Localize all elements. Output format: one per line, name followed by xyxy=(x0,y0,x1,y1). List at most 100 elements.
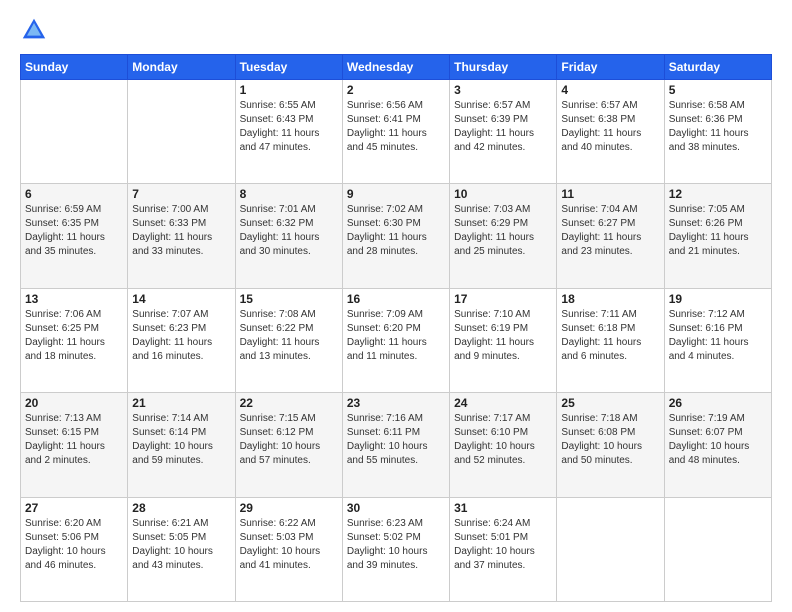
day-cell: 15 Sunrise: 7:08 AMSunset: 6:22 PMDayligh… xyxy=(235,288,342,392)
day-info: Sunrise: 6:22 AMSunset: 5:03 PMDaylight:… xyxy=(240,517,338,573)
day-number: 30 xyxy=(347,501,445,515)
day-cell: 17 Sunrise: 7:10 AMSunset: 6:19 PMDayligh… xyxy=(450,288,557,392)
col-header-sunday: Sunday xyxy=(21,55,128,80)
col-header-thursday: Thursday xyxy=(450,55,557,80)
day-cell xyxy=(21,80,128,184)
day-info: Sunrise: 7:11 AMSunset: 6:18 PMDaylight:… xyxy=(561,308,659,364)
day-cell: 27 Sunrise: 6:20 AMSunset: 5:06 PMDayligh… xyxy=(21,497,128,601)
day-cell: 13 Sunrise: 7:06 AMSunset: 6:25 PMDayligh… xyxy=(21,288,128,392)
col-header-wednesday: Wednesday xyxy=(342,55,449,80)
day-info: Sunrise: 6:59 AMSunset: 6:35 PMDaylight:… xyxy=(25,203,123,259)
day-cell: 25 Sunrise: 7:18 AMSunset: 6:08 PMDayligh… xyxy=(557,393,664,497)
col-header-tuesday: Tuesday xyxy=(235,55,342,80)
day-info: Sunrise: 7:00 AMSunset: 6:33 PMDaylight:… xyxy=(132,203,230,259)
day-info: Sunrise: 7:08 AMSunset: 6:22 PMDaylight:… xyxy=(240,308,338,364)
day-cell: 2 Sunrise: 6:56 AMSunset: 6:41 PMDaylight… xyxy=(342,80,449,184)
week-row-1: 1 Sunrise: 6:55 AMSunset: 6:43 PMDaylight… xyxy=(21,80,772,184)
day-number: 15 xyxy=(240,292,338,306)
day-info: Sunrise: 7:18 AMSunset: 6:08 PMDaylight:… xyxy=(561,412,659,468)
day-cell: 1 Sunrise: 6:55 AMSunset: 6:43 PMDaylight… xyxy=(235,80,342,184)
day-info: Sunrise: 7:13 AMSunset: 6:15 PMDaylight:… xyxy=(25,412,123,468)
day-info: Sunrise: 7:14 AMSunset: 6:14 PMDaylight:… xyxy=(132,412,230,468)
day-info: Sunrise: 6:55 AMSunset: 6:43 PMDaylight:… xyxy=(240,99,338,155)
day-cell: 5 Sunrise: 6:58 AMSunset: 6:36 PMDaylight… xyxy=(664,80,771,184)
day-info: Sunrise: 7:16 AMSunset: 6:11 PMDaylight:… xyxy=(347,412,445,468)
week-row-2: 6 Sunrise: 6:59 AMSunset: 6:35 PMDaylight… xyxy=(21,184,772,288)
day-cell: 8 Sunrise: 7:01 AMSunset: 6:32 PMDaylight… xyxy=(235,184,342,288)
day-number: 8 xyxy=(240,187,338,201)
calendar-header-row: SundayMondayTuesdayWednesdayThursdayFrid… xyxy=(21,55,772,80)
week-row-3: 13 Sunrise: 7:06 AMSunset: 6:25 PMDayligh… xyxy=(21,288,772,392)
day-number: 24 xyxy=(454,396,552,410)
day-number: 11 xyxy=(561,187,659,201)
day-number: 13 xyxy=(25,292,123,306)
day-cell xyxy=(128,80,235,184)
day-number: 31 xyxy=(454,501,552,515)
day-cell: 21 Sunrise: 7:14 AMSunset: 6:14 PMDayligh… xyxy=(128,393,235,497)
day-number: 3 xyxy=(454,83,552,97)
day-cell: 12 Sunrise: 7:05 AMSunset: 6:26 PMDayligh… xyxy=(664,184,771,288)
day-info: Sunrise: 6:57 AMSunset: 6:38 PMDaylight:… xyxy=(561,99,659,155)
day-cell: 7Sunrise: 7:00 AMSunset: 6:33 PMDaylight… xyxy=(128,184,235,288)
day-number: 18 xyxy=(561,292,659,306)
day-number: 1 xyxy=(240,83,338,97)
day-cell: 18 Sunrise: 7:11 AMSunset: 6:18 PMDayligh… xyxy=(557,288,664,392)
col-header-monday: Monday xyxy=(128,55,235,80)
day-number: 20 xyxy=(25,396,123,410)
day-cell: 31 Sunrise: 6:24 AMSunset: 5:01 PMDayligh… xyxy=(450,497,557,601)
day-number: 19 xyxy=(669,292,767,306)
col-header-friday: Friday xyxy=(557,55,664,80)
day-info: Sunrise: 6:23 AMSunset: 5:02 PMDaylight:… xyxy=(347,517,445,573)
day-cell: 22Sunrise: 7:15 AMSunset: 6:12 PMDayligh… xyxy=(235,393,342,497)
day-number: 16 xyxy=(347,292,445,306)
day-info: Sunrise: 7:01 AMSunset: 6:32 PMDaylight:… xyxy=(240,203,338,259)
day-info: Sunrise: 6:56 AMSunset: 6:41 PMDaylight:… xyxy=(347,99,445,155)
day-number: 5 xyxy=(669,83,767,97)
day-number: 4 xyxy=(561,83,659,97)
day-number: 25 xyxy=(561,396,659,410)
day-info: Sunrise: 7:09 AMSunset: 6:20 PMDaylight:… xyxy=(347,308,445,364)
day-info: Sunrise: 6:57 AMSunset: 6:39 PMDaylight:… xyxy=(454,99,552,155)
day-info: Sunrise: 7:02 AMSunset: 6:30 PMDaylight:… xyxy=(347,203,445,259)
day-info: Sunrise: 7:12 AMSunset: 6:16 PMDaylight:… xyxy=(669,308,767,364)
day-info: Sunrise: 7:03 AMSunset: 6:29 PMDaylight:… xyxy=(454,203,552,259)
day-cell: 19 Sunrise: 7:12 AMSunset: 6:16 PMDayligh… xyxy=(664,288,771,392)
day-info: Sunrise: 7:10 AMSunset: 6:19 PMDaylight:… xyxy=(454,308,552,364)
day-cell: 30 Sunrise: 6:23 AMSunset: 5:02 PMDayligh… xyxy=(342,497,449,601)
day-number: 12 xyxy=(669,187,767,201)
day-number: 26 xyxy=(669,396,767,410)
day-cell: 20 Sunrise: 7:13 AMSunset: 6:15 PMDayligh… xyxy=(21,393,128,497)
day-info: Sunrise: 6:58 AMSunset: 6:36 PMDaylight:… xyxy=(669,99,767,155)
day-info: Sunrise: 7:06 AMSunset: 6:25 PMDaylight:… xyxy=(25,308,123,364)
logo xyxy=(20,16,52,44)
day-number: 2 xyxy=(347,83,445,97)
day-info: Sunrise: 7:17 AMSunset: 6:10 PMDaylight:… xyxy=(454,412,552,468)
day-number: 17 xyxy=(454,292,552,306)
day-info: Sunrise: 6:21 AMSunset: 5:05 PMDaylight:… xyxy=(132,517,230,573)
day-cell: 24 Sunrise: 7:17 AMSunset: 6:10 PMDayligh… xyxy=(450,393,557,497)
header xyxy=(20,16,772,44)
day-info: Sunrise: 6:24 AMSunset: 5:01 PMDaylight:… xyxy=(454,517,552,573)
day-info: Sunrise: 7:05 AMSunset: 6:26 PMDaylight:… xyxy=(669,203,767,259)
day-number: 27 xyxy=(25,501,123,515)
day-number: 9 xyxy=(347,187,445,201)
week-row-4: 20 Sunrise: 7:13 AMSunset: 6:15 PMDayligh… xyxy=(21,393,772,497)
day-cell: 26Sunrise: 7:19 AMSunset: 6:07 PMDayligh… xyxy=(664,393,771,497)
day-info: Sunrise: 6:20 AMSunset: 5:06 PMDaylight:… xyxy=(25,517,123,573)
day-cell: 28Sunrise: 6:21 AMSunset: 5:05 PMDayligh… xyxy=(128,497,235,601)
page: SundayMondayTuesdayWednesdayThursdayFrid… xyxy=(0,0,792,612)
day-cell: 3 Sunrise: 6:57 AMSunset: 6:39 PMDaylight… xyxy=(450,80,557,184)
day-number: 21 xyxy=(132,396,230,410)
col-header-saturday: Saturday xyxy=(664,55,771,80)
day-cell: 9 Sunrise: 7:02 AMSunset: 6:30 PMDaylight… xyxy=(342,184,449,288)
day-cell: 11 Sunrise: 7:04 AMSunset: 6:27 PMDayligh… xyxy=(557,184,664,288)
day-cell: 16 Sunrise: 7:09 AMSunset: 6:20 PMDayligh… xyxy=(342,288,449,392)
day-cell xyxy=(557,497,664,601)
day-info: Sunrise: 7:07 AMSunset: 6:23 PMDaylight:… xyxy=(132,308,230,364)
day-info: Sunrise: 7:04 AMSunset: 6:27 PMDaylight:… xyxy=(561,203,659,259)
day-number: 6 xyxy=(25,187,123,201)
day-number: 10 xyxy=(454,187,552,201)
day-info: Sunrise: 7:15 AMSunset: 6:12 PMDaylight:… xyxy=(240,412,338,468)
day-cell: 29Sunrise: 6:22 AMSunset: 5:03 PMDayligh… xyxy=(235,497,342,601)
day-number: 14 xyxy=(132,292,230,306)
